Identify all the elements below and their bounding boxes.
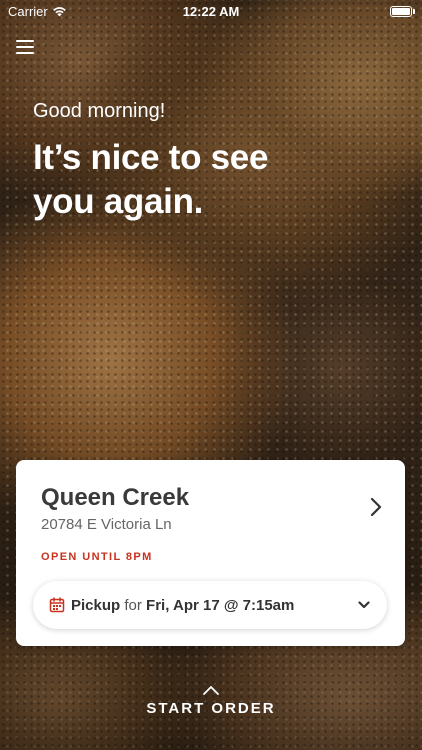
greeting-salutation: Good morning! (33, 100, 166, 122)
store-address: 20784 E Victoria Ln (41, 516, 172, 533)
start-order-button[interactable]: START ORDER (0, 684, 422, 718)
start-order-label: START ORDER (146, 700, 276, 717)
status-bar: Carrier 12:22 AM (0, 0, 422, 22)
greeting-headline: It’s nice to see you again. (33, 138, 269, 221)
open-status-badge: OPEN UNTIL 8PM (41, 551, 153, 563)
chevron-right-icon[interactable] (365, 496, 387, 518)
chevron-down-icon (358, 601, 370, 609)
pickup-time-selector[interactable]: Pickup for Fri, Apr 17 @ 7:15am (33, 581, 387, 629)
calendar-icon (49, 597, 65, 613)
pickup-for-label: for (124, 596, 142, 614)
home-screen: Carrier 12:22 AM Good morning! It’s nice… (0, 0, 422, 750)
store-card: Queen Creek 20784 E Victoria Ln OPEN UNT… (16, 460, 405, 646)
battery-icon (390, 6, 415, 17)
pickup-mode-label: Pickup (71, 596, 121, 614)
store-name[interactable]: Queen Creek (41, 484, 189, 512)
chevron-up-icon (203, 686, 219, 695)
pickup-summary: Pickup for Fri, Apr 17 @ 7:15am (71, 597, 294, 614)
hamburger-menu-icon[interactable] (16, 40, 34, 56)
pickup-time-label: Fri, Apr 17 @ 7:15am (146, 596, 295, 614)
status-time: 12:22 AM (182, 4, 240, 19)
